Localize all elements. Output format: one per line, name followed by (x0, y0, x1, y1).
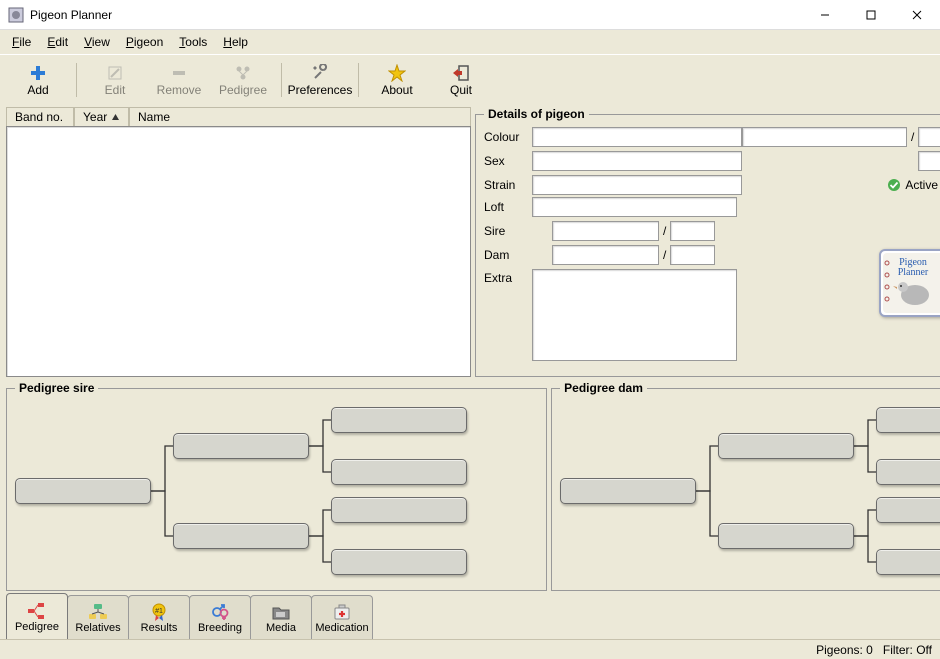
gender-icon (210, 602, 230, 622)
menubar: File Edit View Pigeon Tools Help (0, 30, 940, 54)
app-title: Pigeon Planner (30, 8, 112, 22)
menu-edit[interactable]: Edit (39, 32, 76, 52)
extra-field[interactable] (532, 269, 737, 361)
relatives-icon (88, 602, 108, 622)
pigeon-list-body[interactable] (6, 126, 471, 377)
pedigree-node[interactable] (876, 497, 940, 523)
medkit-icon (332, 602, 352, 622)
sex-field[interactable] (532, 151, 742, 171)
minus-icon (170, 63, 188, 83)
strain-field[interactable] (532, 175, 742, 195)
status-pigeons: Pigeons: 0 (816, 643, 873, 657)
dam-year-field[interactable] (670, 245, 715, 265)
dam-band-field[interactable] (552, 245, 659, 265)
exit-icon (452, 63, 470, 83)
details-fieldset: Details of pigeon Colour / Sex Strain Ac… (475, 107, 940, 377)
pencil-icon (106, 63, 124, 83)
preferences-button[interactable]: Preferences (288, 59, 352, 101)
wrench-icon (311, 63, 329, 83)
maximize-button[interactable] (848, 0, 894, 30)
details-legend: Details of pigeon (484, 107, 589, 121)
folder-icon (271, 602, 291, 622)
colour-field[interactable] (532, 127, 742, 147)
tab-media[interactable]: Media (250, 595, 312, 639)
check-circle-icon (887, 178, 901, 192)
column-band-no[interactable]: Band no. (6, 107, 74, 126)
status-bar: Pigeons: 0 Filter: Off (0, 639, 940, 659)
pedigree-node[interactable] (173, 523, 309, 549)
loft-field[interactable] (532, 197, 737, 217)
pedigree-node[interactable] (718, 523, 854, 549)
label-strain: Strain (484, 178, 532, 192)
sort-ascending-icon (111, 113, 120, 122)
tab-breeding[interactable]: Breeding (189, 595, 251, 639)
pedigree-node[interactable] (718, 433, 854, 459)
pedigree-node[interactable] (173, 433, 309, 459)
pedigree-sire-legend: Pedigree sire (15, 381, 98, 395)
band-field[interactable] (742, 127, 907, 147)
menu-help[interactable]: Help (215, 32, 256, 52)
slash-label: / (907, 130, 918, 144)
label-sex: Sex (484, 154, 532, 168)
edit-button: Edit (83, 59, 147, 101)
remove-button: Remove (147, 59, 211, 101)
tab-medication[interactable]: Medication (311, 595, 373, 639)
sire-year-field[interactable] (670, 221, 715, 241)
plus-icon (29, 63, 47, 83)
pedigree-sire-tree (15, 405, 538, 577)
pedigree-dam-fieldset: Pedigree dam (551, 381, 940, 591)
tab-relatives[interactable]: Relatives (67, 595, 129, 639)
pedigree-node[interactable] (331, 497, 467, 523)
menu-tools[interactable]: Tools (171, 32, 215, 52)
pedigree-node[interactable] (876, 407, 940, 433)
add-button[interactable]: Add (6, 59, 70, 101)
pedigree-node[interactable] (876, 549, 940, 575)
bottom-tabs: Pedigree Relatives #1 Results Breeding M… (0, 595, 940, 639)
column-name[interactable]: Name (129, 107, 471, 126)
pedigree-button: Pedigree (211, 59, 275, 101)
tree-icon (234, 63, 252, 83)
pedigree-node[interactable] (331, 549, 467, 575)
menu-view[interactable]: View (76, 32, 118, 52)
close-button[interactable] (894, 0, 940, 30)
pedigree-node[interactable] (560, 478, 696, 504)
pedigree-dam-legend: Pedigree dam (560, 381, 647, 395)
tab-results[interactable]: #1 Results (128, 595, 190, 639)
list-column-headers: Band no. Year Name (6, 107, 471, 126)
active-status: Active (824, 178, 940, 192)
pedigree-node[interactable] (15, 478, 151, 504)
pedigree-node[interactable] (331, 407, 467, 433)
pedigree-node[interactable] (331, 459, 467, 485)
pigeon-list-panel: Band no. Year Name (6, 107, 471, 377)
pedigree-node[interactable] (876, 459, 940, 485)
toolbar: Add Edit Remove Pedigree Preferences Abo… (0, 54, 940, 103)
app-icon (8, 7, 24, 23)
pigeon-photo-placeholder[interactable]: Pigeon Planner (742, 197, 940, 368)
svg-text:#1: #1 (155, 608, 163, 615)
svg-text:Planner: Planner (897, 267, 928, 278)
quit-button[interactable]: Quit (429, 59, 493, 101)
label-extra: Extra (484, 269, 532, 285)
label-colour: Colour (484, 130, 532, 144)
label-dam: Dam (484, 248, 532, 262)
name-field[interactable] (918, 151, 940, 171)
status-filter: Filter: Off (883, 643, 932, 657)
band-year-field[interactable] (918, 127, 940, 147)
sire-band-field[interactable] (552, 221, 659, 241)
pedigree-dam-tree (560, 405, 940, 577)
tab-pedigree[interactable]: Pedigree (6, 593, 68, 639)
star-icon (388, 63, 406, 83)
minimize-button[interactable] (802, 0, 848, 30)
menu-file[interactable]: File (4, 32, 39, 52)
column-year[interactable]: Year (74, 107, 129, 126)
label-sire: Sire (484, 224, 532, 238)
titlebar: Pigeon Planner (0, 0, 940, 30)
about-button[interactable]: About (365, 59, 429, 101)
pedigree-sire-fieldset: Pedigree sire (6, 381, 547, 591)
rosette-icon: #1 (149, 602, 169, 622)
label-loft: Loft (484, 200, 532, 214)
menu-pigeon[interactable]: Pigeon (118, 32, 171, 52)
pedigree-icon (27, 601, 47, 621)
